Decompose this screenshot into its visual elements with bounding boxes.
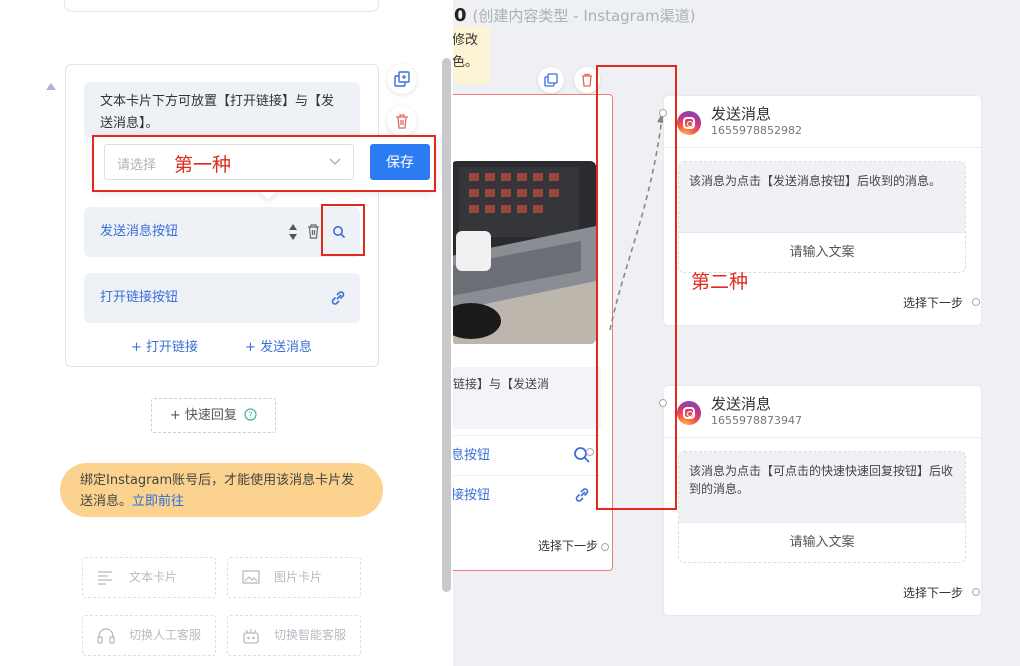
text-input-placeholder[interactable]: 请输入文案: [679, 232, 965, 272]
scrollbar-thumb[interactable]: [442, 58, 451, 592]
svg-text:?: ?: [248, 411, 252, 420]
link-icon[interactable]: [329, 289, 347, 307]
copy-card-button[interactable]: [387, 64, 417, 94]
copy-icon: [544, 73, 558, 87]
node-title: 发送消息: [711, 105, 772, 123]
instagram-icon: [677, 401, 701, 425]
message-box: 该消息为点击【发送消息按钮】后收到的消息。 请输入文案: [678, 161, 966, 273]
next-step-label[interactable]: 选择下一步: [903, 584, 963, 601]
instagram-bind-warning: 绑定Instagram账号后，才能使用该消息卡片发送消息。立即前往: [60, 463, 383, 517]
message-description: 该消息为点击【可点击的快速快速回复按钮】后收到的消息。: [679, 452, 965, 522]
annotation-box-search: [321, 204, 365, 256]
text-input-placeholder[interactable]: 请输入文案: [679, 522, 965, 562]
instagram-icon: [677, 111, 701, 135]
robot-icon: [243, 629, 259, 644]
collapse-arrow-icon[interactable]: [46, 83, 56, 90]
delete-card-button[interactable]: [387, 106, 417, 136]
send-message-button-row[interactable]: 发送消息按钮: [84, 207, 360, 257]
switch-smart-agent-tool[interactable]: 切换智能客服: [227, 615, 361, 656]
image-card-tool[interactable]: 图片卡片: [227, 557, 361, 598]
switch-human-agent-tool[interactable]: 切换人工客服: [82, 615, 216, 656]
connector-port[interactable]: [586, 448, 594, 456]
text-lines-icon: [98, 571, 112, 585]
flow-number: 0: [454, 5, 467, 26]
message-card-node[interactable]: 开链接】与【发送消 息按钮 接按钮 选择下一步: [440, 94, 613, 571]
editor-panel: 文本卡片下方可放置【打开链接】与【发送消息】。 请选择 保存 第一种 发送消息按…: [0, 0, 453, 666]
annotation-box-first: [92, 135, 436, 192]
annotation-label-second: 第二种: [691, 271, 749, 293]
trash-icon[interactable]: [306, 223, 321, 239]
next-step-label[interactable]: 选择下一步: [903, 294, 963, 311]
help-icon[interactable]: ?: [244, 408, 257, 421]
node-id: 1655978852982: [711, 124, 802, 137]
node-id: 1655978873947: [711, 414, 802, 427]
tool-label: 切换人工客服: [129, 628, 202, 642]
image-icon: [242, 570, 260, 584]
card-text-snippet: 开链接】与【发送消: [441, 367, 601, 429]
sort-arrows-icon[interactable]: [288, 222, 298, 242]
link-icon: [575, 488, 589, 502]
message-box: 该消息为点击【可点击的快速快速回复按钮】后收到的消息。 请输入文案: [678, 451, 966, 563]
flow-title: 0 (创建内容类型 - Instagram渠道): [454, 5, 696, 26]
trash-icon: [582, 73, 592, 87]
laptop-photo: [451, 161, 596, 344]
quick-reply-label: + 快速回复: [169, 408, 237, 423]
quick-reply-button[interactable]: + 快速回复 ?: [151, 398, 276, 433]
text-card-content[interactable]: 文本卡片下方可放置【打开链接】与【发送消息】。: [84, 82, 360, 138]
text-card-tool[interactable]: 文本卡片: [82, 557, 216, 598]
node-title: 发送消息: [711, 395, 772, 413]
flow-subtitle: (创建内容类型 - Instagram渠道): [472, 7, 696, 25]
tool-label: 图片卡片: [274, 570, 323, 584]
card-button-open-link[interactable]: 接按钮: [441, 475, 601, 515]
previous-card-fragment: [64, 0, 379, 12]
annotation-box-second: [596, 65, 677, 510]
card-button-label: 息按钮: [451, 448, 491, 463]
headset-icon: [97, 628, 115, 644]
copy-node-button[interactable]: [538, 67, 564, 93]
tip-note-line: 修改: [452, 33, 479, 48]
tool-label: 切换智能客服: [274, 628, 347, 642]
go-now-link[interactable]: 立即前往: [132, 494, 184, 509]
next-step-label[interactable]: 选择下一步: [538, 537, 598, 554]
send-message-node[interactable]: 发送消息 1655978873947 该消息为点击【可点击的快速快速回复按钮】后…: [664, 386, 981, 615]
tool-label: 文本卡片: [129, 570, 178, 584]
open-link-button-row[interactable]: 打开链接按钮: [84, 273, 360, 323]
connector-port[interactable]: [972, 588, 980, 596]
connector-port[interactable]: [972, 298, 980, 306]
connector-port[interactable]: [601, 543, 609, 551]
message-description: 该消息为点击【发送消息按钮】后收到的消息。: [679, 162, 965, 232]
button-label: 发送消息按钮: [100, 224, 179, 239]
button-label: 打开链接按钮: [100, 290, 179, 305]
warning-text: 绑定Instagram账号后，才能使用该消息卡片发送消息。: [80, 473, 355, 509]
card-button-label: 接按钮: [451, 488, 491, 503]
add-open-link-button[interactable]: + 打开链接: [131, 336, 198, 355]
tip-note-line: 色。: [452, 55, 479, 70]
copy-icon: [394, 71, 410, 87]
trash-icon: [396, 114, 408, 129]
card-button-send-message[interactable]: 息按钮: [441, 435, 601, 475]
add-send-message-button[interactable]: + 发送消息: [245, 336, 312, 355]
